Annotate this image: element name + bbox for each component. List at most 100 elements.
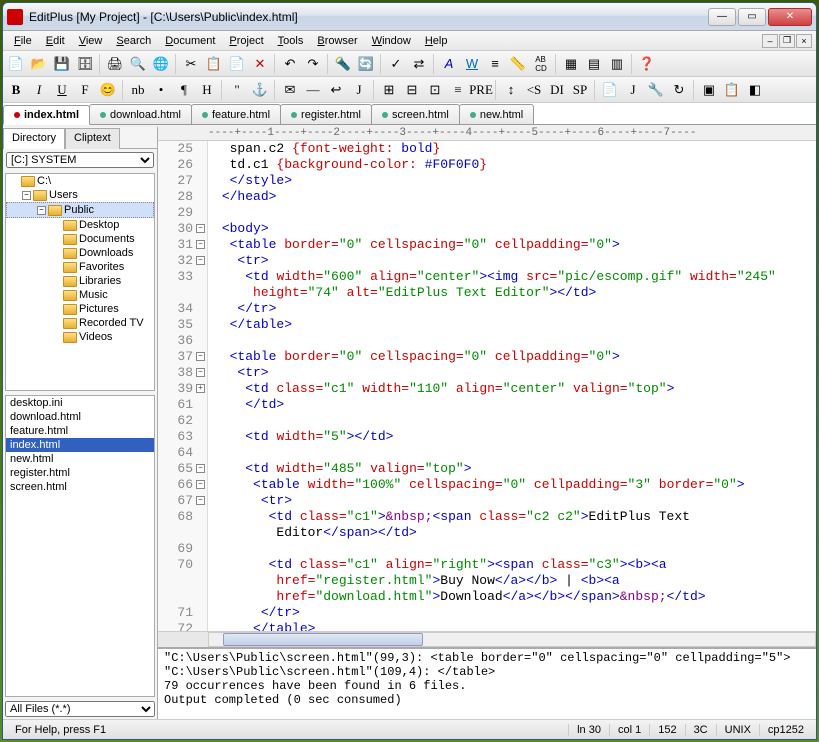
toggle-button[interactable]: ⇄ — [408, 53, 430, 75]
html-tool-1[interactable]: I — [28, 79, 50, 101]
html-tool-25[interactable]: J — [622, 79, 644, 101]
menu-project[interactable]: Project — [222, 33, 270, 49]
font-button[interactable]: A — [438, 53, 460, 75]
file-item[interactable]: desktop.ini — [6, 396, 154, 410]
menu-edit[interactable]: Edit — [39, 33, 72, 49]
html-tool-5[interactable]: nb — [127, 79, 149, 101]
mdi-minimize-button[interactable]: – — [762, 34, 778, 48]
fold-icon[interactable]: − — [196, 368, 205, 377]
menu-file[interactable]: File — [7, 33, 39, 49]
html-tool-23[interactable]: SP — [569, 79, 591, 101]
wordwrap-button[interactable]: W — [461, 53, 483, 75]
html-tool-20[interactable]: ↕ — [500, 79, 522, 101]
tree-item[interactable]: Music — [6, 288, 154, 302]
tree-item[interactable]: −Users — [6, 188, 154, 202]
find-button[interactable]: 🔦 — [332, 53, 354, 75]
html-tool-15[interactable]: ⊞ — [378, 79, 400, 101]
tab-screen-html[interactable]: screen.html — [371, 104, 460, 124]
scroll-thumb[interactable] — [223, 633, 423, 646]
tab-register-html[interactable]: register.html — [280, 104, 372, 124]
html-tool-2[interactable]: U — [51, 79, 73, 101]
ruler-button[interactable]: 📏 — [507, 53, 529, 75]
browser-button[interactable]: 🌐 — [150, 53, 172, 75]
html-tool-24[interactable]: 📄 — [599, 79, 621, 101]
help-button[interactable]: ❓ — [636, 53, 658, 75]
html-tool-0[interactable]: B — [5, 79, 27, 101]
html-tool-26[interactable]: 🔧 — [645, 79, 667, 101]
mdi-restore-button[interactable]: ❐ — [779, 34, 795, 48]
html-tool-8[interactable]: H — [196, 79, 218, 101]
folder-tree[interactable]: C:\−Users−PublicDesktopDocumentsDownload… — [5, 173, 155, 391]
html-tool-27[interactable]: ↻ — [668, 79, 690, 101]
line-gutter[interactable]: 252627282930−31−32−3334353637−38−39+6162… — [158, 141, 208, 631]
close-button[interactable]: ✕ — [768, 8, 812, 26]
file-item[interactable]: feature.html — [6, 424, 154, 438]
fold-icon[interactable]: − — [196, 464, 205, 473]
html-tool-14[interactable]: J — [348, 79, 370, 101]
filter-select[interactable]: All Files (*.*) — [5, 701, 155, 717]
html-tool-29[interactable]: 📋 — [721, 79, 743, 101]
minimize-button[interactable]: — — [708, 8, 736, 26]
html-tool-17[interactable]: ⊡ — [424, 79, 446, 101]
html-tool-4[interactable]: 😊 — [97, 79, 119, 101]
output-panel[interactable]: "C:\Users\Public\screen.html"(99,3): <ta… — [158, 647, 816, 719]
file-item[interactable]: new.html — [6, 452, 154, 466]
directory-tab[interactable]: Directory — [3, 128, 65, 149]
tree-item[interactable]: Favorites — [6, 260, 154, 274]
new-button[interactable]: 📄 — [5, 53, 27, 75]
tab-download-html[interactable]: download.html — [89, 104, 192, 124]
html-tool-3[interactable]: F — [74, 79, 96, 101]
menu-browser[interactable]: Browser — [310, 33, 364, 49]
html-tool-13[interactable]: ↩ — [325, 79, 347, 101]
open-button[interactable]: 📂 — [28, 53, 50, 75]
maximize-button[interactable]: ▭ — [738, 8, 766, 26]
html-tool-16[interactable]: ⊟ — [401, 79, 423, 101]
drive-select[interactable]: [C:] SYSTEM — [6, 152, 154, 168]
tree-item[interactable]: Libraries — [6, 274, 154, 288]
menu-view[interactable]: View — [72, 33, 110, 49]
window3-button[interactable]: ▥ — [606, 53, 628, 75]
file-item[interactable]: index.html — [6, 438, 154, 452]
file-item[interactable]: download.html — [6, 410, 154, 424]
html-tool-22[interactable]: DI — [546, 79, 568, 101]
tree-item[interactable]: Videos — [6, 330, 154, 344]
tab-new-html[interactable]: new.html — [459, 104, 534, 124]
hex-button[interactable]: ABCD — [530, 53, 552, 75]
fold-icon[interactable]: − — [196, 480, 205, 489]
fold-icon[interactable]: − — [196, 352, 205, 361]
menu-window[interactable]: Window — [365, 33, 418, 49]
file-item[interactable]: register.html — [6, 466, 154, 480]
fold-icon[interactable]: − — [196, 240, 205, 249]
titlebar[interactable]: EditPlus [My Project] - [C:\Users\Public… — [3, 3, 816, 31]
tree-item[interactable]: C:\ — [6, 174, 154, 188]
paste-button[interactable]: 📄 — [226, 53, 248, 75]
tree-item[interactable]: Recorded TV — [6, 316, 154, 330]
delete-button[interactable]: ✕ — [249, 53, 271, 75]
file-list[interactable]: desktop.inidownload.htmlfeature.htmlinde… — [5, 395, 155, 697]
spell-button[interactable]: ✓ — [385, 53, 407, 75]
menu-help[interactable]: Help — [418, 33, 455, 49]
code-content[interactable]: span.c2 {font-weight: bold} td.c1 {backg… — [208, 141, 816, 631]
tab-index-html[interactable]: index.html — [3, 105, 90, 125]
mdi-close-button[interactable]: × — [796, 34, 812, 48]
expand-icon[interactable]: − — [37, 206, 46, 215]
html-tool-28[interactable]: ▣ — [698, 79, 720, 101]
redo-button[interactable]: ↷ — [302, 53, 324, 75]
save-button[interactable]: 💾 — [51, 53, 73, 75]
fold-icon[interactable]: + — [196, 384, 205, 393]
tree-item[interactable]: Documents — [6, 232, 154, 246]
html-tool-12[interactable]: — — [302, 79, 324, 101]
tree-item[interactable]: −Public — [6, 202, 154, 218]
tree-item[interactable]: Pictures — [6, 302, 154, 316]
menu-document[interactable]: Document — [158, 33, 222, 49]
menu-tools[interactable]: Tools — [271, 33, 311, 49]
html-tool-7[interactable]: ¶ — [173, 79, 195, 101]
html-tool-11[interactable]: ✉ — [279, 79, 301, 101]
file-item[interactable]: screen.html — [6, 480, 154, 494]
cliptext-tab[interactable]: Cliptext — [65, 128, 120, 149]
menu-search[interactable]: Search — [109, 33, 158, 49]
fold-icon[interactable]: − — [196, 256, 205, 265]
html-tool-18[interactable]: ≡ — [447, 79, 469, 101]
html-tool-30[interactable]: ◧ — [744, 79, 766, 101]
html-tool-21[interactable]: <S — [523, 79, 545, 101]
